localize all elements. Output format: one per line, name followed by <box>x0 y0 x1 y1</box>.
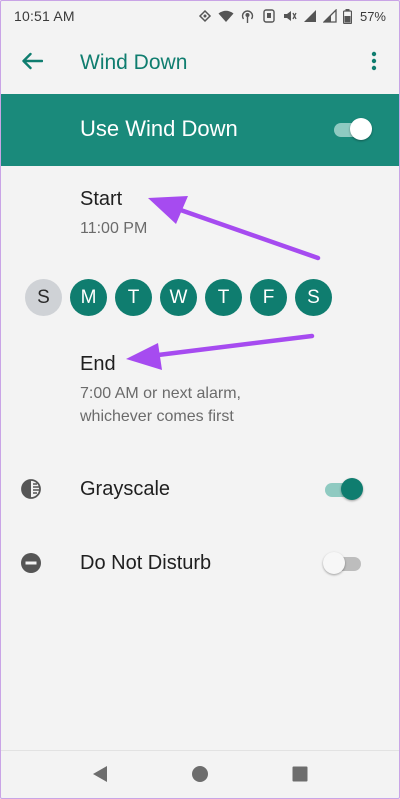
nav-home-icon <box>191 765 209 788</box>
cell-signal-2-icon <box>322 9 337 23</box>
grayscale-label: Grayscale <box>80 478 171 500</box>
cell-signal-icon <box>303 9 317 23</box>
nav-back-button[interactable] <box>89 765 111 787</box>
page-title: Wind Down <box>80 51 188 74</box>
dnd-switch[interactable] <box>323 552 361 574</box>
end-setting[interactable]: End 7:00 AM or next alarm, whichever com… <box>0 345 400 435</box>
status-time: 10:51 AM <box>14 8 75 24</box>
app-bar: Wind Down <box>0 32 400 94</box>
day-saturday[interactable]: S <box>295 279 332 316</box>
end-title: End <box>80 353 116 375</box>
more-vert-icon <box>371 51 377 76</box>
switch-thumb <box>323 552 345 574</box>
nav-home-button[interactable] <box>189 765 211 787</box>
phone-signal-icon <box>261 9 277 23</box>
nfc-icon <box>198 9 212 23</box>
start-time: 11:00 PM <box>80 220 148 237</box>
switch-thumb <box>341 478 363 500</box>
use-wind-down-bar[interactable]: Use Wind Down <box>0 94 400 166</box>
switch-thumb <box>350 118 372 140</box>
back-button[interactable] <box>18 49 46 77</box>
start-title: Start <box>80 188 123 210</box>
system-nav-bar <box>0 750 400 799</box>
contrast-icon <box>20 478 42 500</box>
use-wind-down-label: Use Wind Down <box>80 116 238 141</box>
day-sunday[interactable]: S <box>25 279 62 316</box>
status-bar: 10:51 AM 57% <box>0 0 400 32</box>
day-friday[interactable]: F <box>250 279 287 316</box>
grayscale-switch[interactable] <box>325 478 363 500</box>
day-thursday[interactable]: T <box>205 279 242 316</box>
battery-icon <box>342 8 352 24</box>
mute-icon <box>283 9 297 23</box>
day-selector: S M T W T F S <box>25 279 332 316</box>
do-not-disturb-icon <box>20 552 42 574</box>
day-monday[interactable]: M <box>70 279 107 316</box>
nav-recents-button[interactable] <box>289 765 311 787</box>
nav-back-icon <box>92 765 108 788</box>
end-time-line2: whichever comes first <box>80 408 234 425</box>
overflow-menu-button[interactable] <box>362 49 386 77</box>
day-tuesday[interactable]: T <box>115 279 152 316</box>
arrow-back-icon <box>21 52 44 75</box>
day-wednesday[interactable]: W <box>160 279 197 316</box>
use-wind-down-switch[interactable] <box>334 118 372 140</box>
hotspot-icon <box>240 9 255 23</box>
start-setting[interactable]: Start 11:00 PM <box>0 180 400 250</box>
wifi-icon <box>218 10 234 23</box>
nav-recents-icon <box>292 766 308 787</box>
dnd-label: Do Not Disturb <box>80 552 212 574</box>
battery-percent: 57% <box>359 8 386 24</box>
end-time-line1: 7:00 AM or next alarm, <box>80 385 241 402</box>
status-icons: 57% <box>198 8 386 24</box>
